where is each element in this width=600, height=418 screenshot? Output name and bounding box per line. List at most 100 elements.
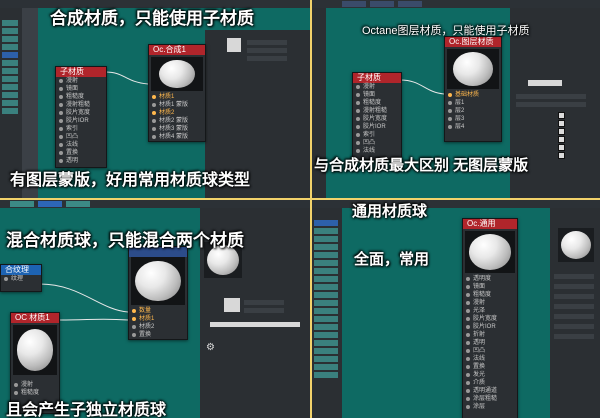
material-sphere [469,234,511,270]
divider-vertical [310,0,312,418]
node-header: 子材质 [353,73,401,83]
tab[interactable] [370,1,394,7]
mix-input-node[interactable]: 合纹理 纹理 [0,264,42,292]
sidebar-item[interactable] [314,276,338,282]
property-slider[interactable] [247,48,287,53]
sidebar-item[interactable] [314,324,338,330]
sidebar-item[interactable] [314,292,338,298]
panel-octane-layer-material: 子材质 漫射 镜面 粗糙度 漫射粗糙 胶片宽度 胶片IOR 索引 凹凸 法线 Oc.图层材质… [312,0,600,198]
sidebar-item[interactable] [2,20,18,26]
property-row[interactable] [516,102,586,107]
sidebar-item[interactable] [314,284,338,290]
property-row[interactable] [554,314,594,319]
sidebar-item[interactable] [2,108,18,114]
sidebar-item[interactable] [314,300,338,306]
texture-swatch [224,298,240,312]
sidebar-item[interactable] [2,68,18,74]
material-preview [465,231,515,273]
sub-material-node[interactable]: 子材质 漫射 镜面 粗糙度 漫射粗糙 胶片宽度 胶片IOR 索引 凹凸 法线 置换 透明 [55,66,107,168]
sidebar-item-selected[interactable] [2,52,18,58]
tab[interactable] [398,1,422,7]
gear-icon[interactable]: ⚙ [206,342,215,353]
checkbox[interactable] [558,136,565,143]
panel-composite-material: 子材质 漫射 镜面 粗糙度 漫射粗糙 胶片宽度 胶片IOR 索引 凹凸 法线 置换 透明 Oc… [0,0,310,198]
annotation-bottom: 与合成材质最大区别 无图层蒙版 [314,157,529,174]
property-slider[interactable] [244,300,284,305]
universal-material-node[interactable]: Oc.通用 透明度 镜面 粗糙度 漫射 光泽 胶片宽度 胶片IOR 折射 透明 凹凸 法线 置换… [462,218,518,418]
property-row[interactable] [554,274,594,279]
annotation-middle: 全面，常用 [354,251,430,268]
tab[interactable] [10,201,34,207]
sidebar-item[interactable] [314,340,338,346]
sidebar-item[interactable] [314,372,338,378]
sidebar-item[interactable] [314,228,338,234]
sidebar-item[interactable] [314,244,338,250]
material-sphere [16,329,54,371]
sidebar-item[interactable] [314,308,338,314]
sidebar-item-selected[interactable] [314,220,338,226]
property-slider[interactable] [244,308,284,313]
sidebar-item[interactable] [314,268,338,274]
sidebar-item[interactable] [314,364,338,370]
divider-horizontal [0,198,600,200]
panel-universal-material: Oc.通用 透明度 镜面 粗糙度 漫射 光泽 胶片宽度 胶片IOR 折射 透明 凹凸 法线 置换… [312,200,600,418]
property-row[interactable] [554,324,594,329]
material-name-field[interactable] [528,80,562,86]
sidebar-item[interactable] [2,92,18,98]
property-row[interactable] [516,94,586,99]
material-sphere [159,59,195,89]
node-header: Oc.合成1 [149,45,205,55]
sidebar-item[interactable] [2,28,18,34]
left-sidebar [312,208,342,418]
mix-material-node[interactable]: 数量 材质1 材质2 置换 [128,246,188,340]
sidebar-item[interactable] [2,60,18,66]
material-preview [13,325,57,375]
sidebar-item[interactable] [314,236,338,242]
sidebar-item[interactable] [314,252,338,258]
annotation-top: 混合材质球，只能混合两个材质 [6,231,244,250]
sidebar-item[interactable] [2,44,18,50]
sidebar-item[interactable] [2,84,18,90]
sidebar-item[interactable] [314,332,338,338]
node-header: OC 材质1 [11,313,59,323]
property-row[interactable] [554,304,594,309]
material-sphere [453,52,493,86]
annotation-top: Octane图层材质，只能使用子材质 [362,25,530,37]
properties-panel [550,208,600,418]
material-preview [447,49,499,89]
annotation-top: 合成材质，只能使用子材质 [50,9,254,28]
tab[interactable] [38,201,62,207]
layer-material-node[interactable]: Oc.图层材质 基础材质 层1 层2 层3 层4 [444,36,502,142]
sidebar-item[interactable] [2,100,18,106]
sidebar-item[interactable] [2,76,18,82]
sidebar-item[interactable] [314,356,338,362]
sidebar-item[interactable] [314,260,338,266]
property-slider[interactable] [247,56,287,61]
property-row[interactable] [554,294,594,299]
property-row[interactable] [554,284,594,289]
sub-material-node[interactable]: 子材质 漫射 镜面 粗糙度 漫射粗糙 胶片宽度 胶片IOR 索引 凹凸 法线 [352,72,402,160]
checkbox[interactable] [558,112,565,119]
node-header: Oc.图层材质 [445,37,501,47]
material-name-field[interactable] [210,322,300,327]
checkbox[interactable] [558,152,565,159]
tab[interactable] [342,1,366,7]
sidebar-item[interactable] [2,36,18,42]
top-bar [0,200,310,208]
sidebar-item[interactable] [314,348,338,354]
sidebar-item[interactable] [314,316,338,322]
checkbox[interactable] [558,128,565,135]
composite-node[interactable]: Oc.合成1 材质1 材质1 蒙版 材质2 材质2 蒙版 材质3 蒙版 材质4 蒙版 [148,44,206,142]
property-slider[interactable] [247,40,287,45]
texture-swatch [227,38,241,52]
checkbox[interactable] [558,120,565,127]
node-header: Oc.通用 [463,219,517,229]
panel-mix-material: ⚙ 合纹理 纹理 数量 材质1 材质2 置换 OC 材质1 漫射 粗糙度 混合材… [0,200,310,418]
material-sphere [560,230,592,260]
annotation-top: 通用材质球 [352,203,428,220]
node-header: 子材质 [56,67,106,77]
checkbox[interactable] [558,144,565,151]
property-row[interactable] [554,334,594,339]
material-sphere [135,260,181,302]
tab[interactable] [66,201,90,207]
